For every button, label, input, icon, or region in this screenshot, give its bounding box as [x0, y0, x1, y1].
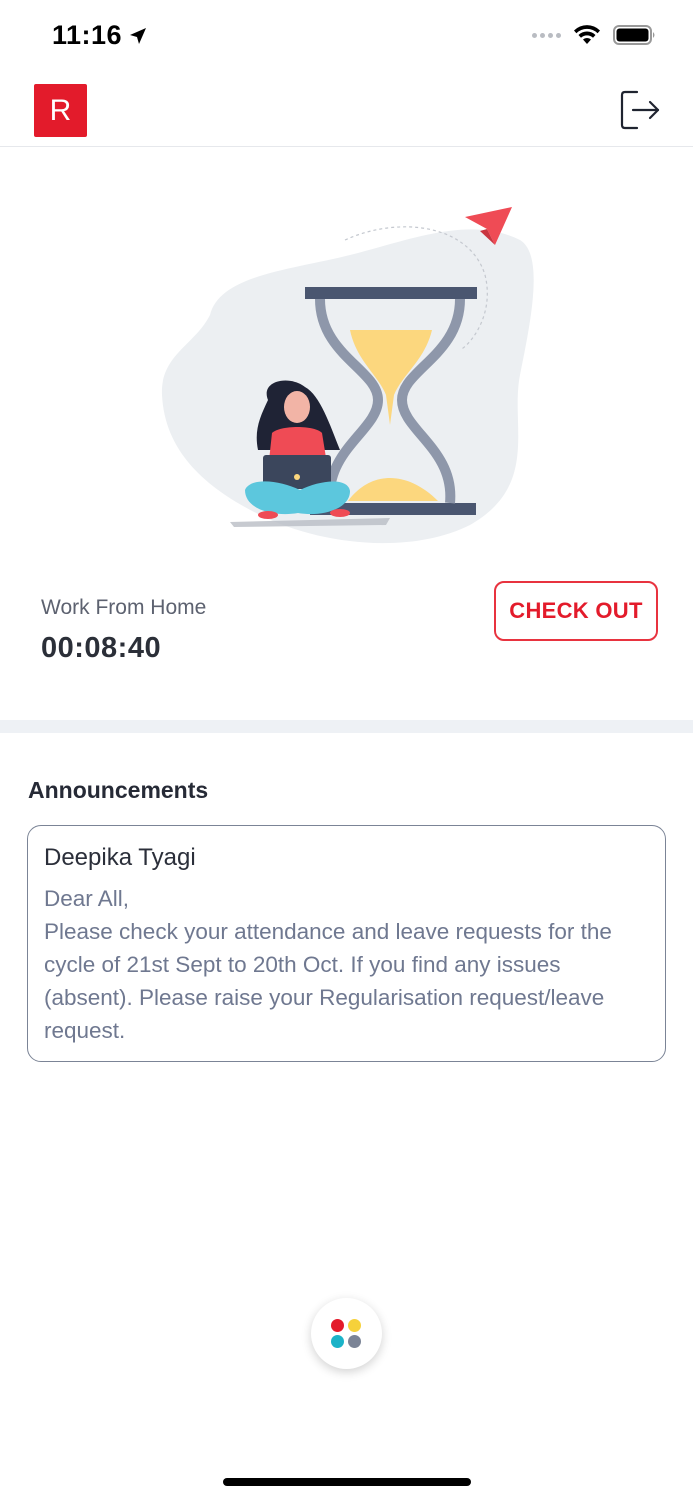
status-icons [532, 24, 657, 46]
app-menu-dot-red [331, 1319, 344, 1332]
work-mode-label: Work From Home [41, 596, 207, 619]
app-menu-dot-teal [331, 1335, 344, 1348]
section-divider [0, 720, 693, 733]
announcement-author: Deepika Tyagi [44, 844, 196, 871]
app-logo-letter: R [49, 93, 72, 127]
app-menu-dot-yellow [348, 1319, 361, 1332]
logout-button[interactable] [619, 88, 661, 132]
elapsed-timer: 00:08:40 [41, 632, 162, 664]
app-menu-dot-gray [348, 1335, 361, 1348]
battery-icon [613, 25, 655, 45]
app-menu-button[interactable] [311, 1298, 382, 1369]
hourglass-illustration [150, 195, 550, 555]
announcement-card[interactable]: Deepika Tyagi Dear All, Please check you… [27, 825, 666, 1062]
wifi-icon [574, 25, 600, 44]
status-bar: 11:16 [0, 0, 693, 76]
home-indicator[interactable] [223, 1478, 471, 1486]
status-time-text: 11:16 [52, 20, 123, 50]
check-out-button[interactable]: CHECK OUT [494, 581, 658, 641]
announcement-message: Dear All, Please check your attendance a… [44, 886, 612, 1043]
location-arrow-icon [130, 27, 147, 44]
signal-icon [532, 32, 561, 38]
hourglass-illustration-art [161, 207, 534, 544]
app-logo: R [34, 84, 87, 137]
announcements-title: Announcements [28, 777, 209, 803]
app-header: R [0, 76, 693, 147]
status-time: 11:16 [52, 20, 148, 51]
logout-icon [620, 90, 660, 130]
